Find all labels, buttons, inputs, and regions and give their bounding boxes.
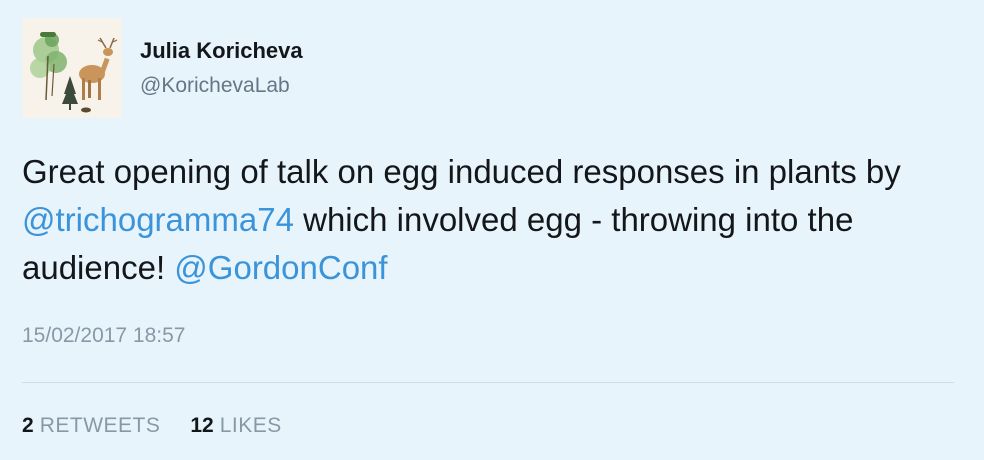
- author-display-name[interactable]: Julia Koricheva: [140, 38, 303, 64]
- retweets-label: RETWEETS: [39, 414, 161, 437]
- avatar-illustration-icon: [22, 18, 122, 118]
- mention-link-trichogramma74[interactable]: @trichogramma74: [22, 201, 294, 238]
- likes-stat[interactable]: 12 LIKES: [190, 414, 281, 438]
- likes-count: 12: [190, 414, 214, 437]
- tweet-text: Great opening of talk on egg induced res…: [22, 148, 962, 292]
- avatar[interactable]: [22, 18, 122, 118]
- retweets-count: 2: [22, 414, 34, 437]
- author-handle[interactable]: @KorichevaLab: [140, 74, 290, 98]
- divider: [22, 382, 954, 383]
- tweet-timestamp[interactable]: 15/02/2017 18:57: [22, 324, 186, 348]
- embedded-tweet: Julia Koricheva @KorichevaLab Great open…: [0, 0, 984, 460]
- tweet-text-part-1: Great opening of talk on egg induced res…: [22, 153, 901, 190]
- mention-link-gordonconf[interactable]: @GordonConf: [174, 249, 387, 286]
- retweets-stat[interactable]: 2 RETWEETS: [22, 414, 160, 438]
- likes-label: LIKES: [219, 414, 282, 437]
- tweet-stats: 2 RETWEETS 12 LIKES: [22, 414, 282, 438]
